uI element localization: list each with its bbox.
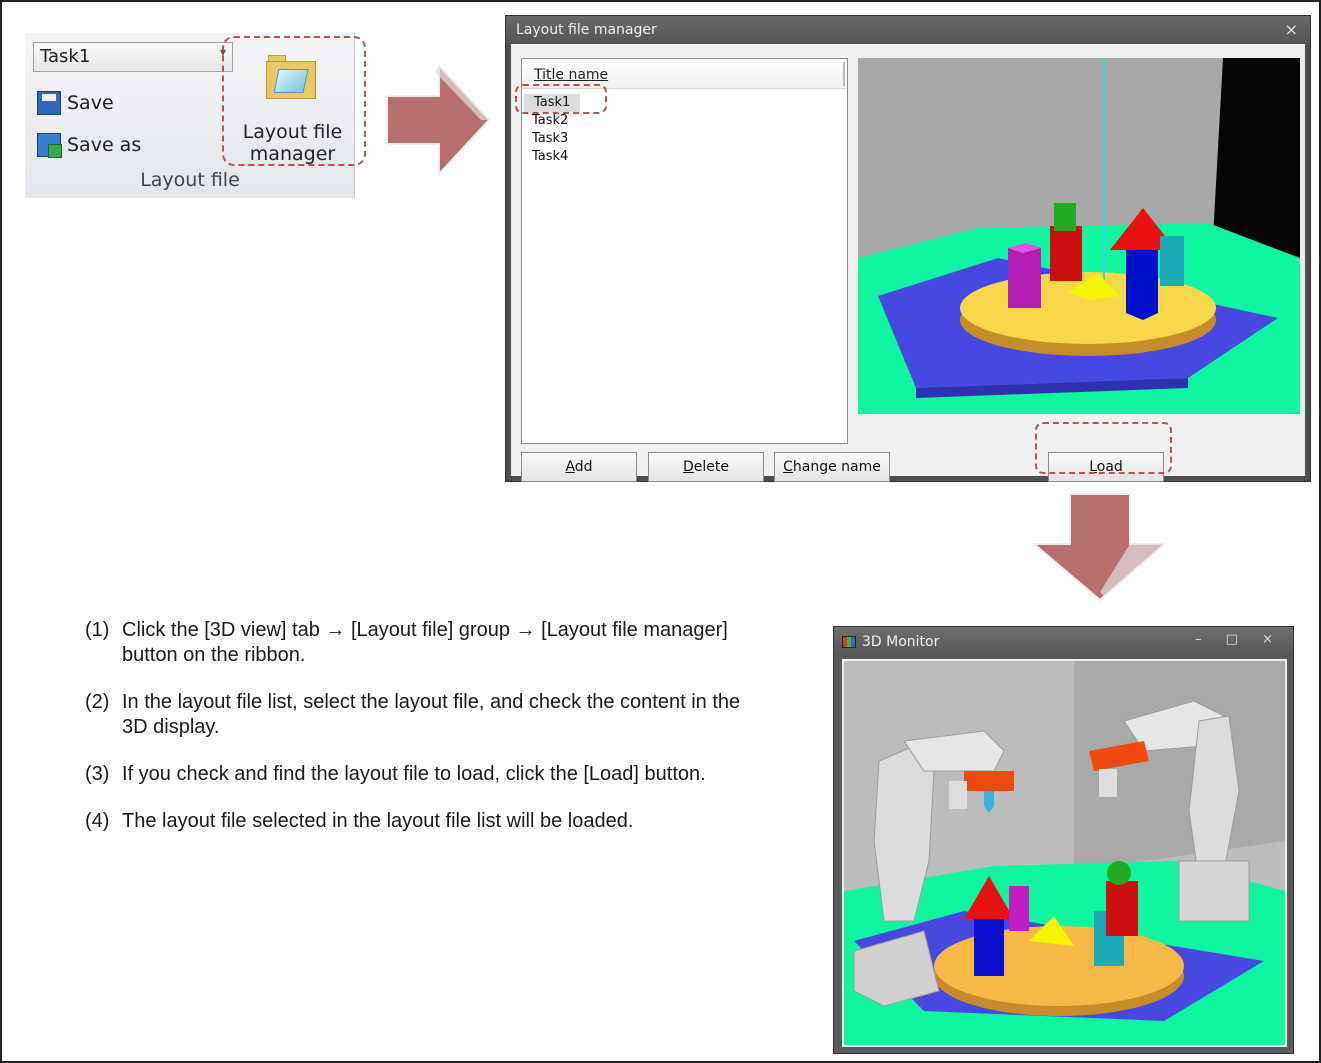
3d-monitor-window: 3D Monitor – □ × bbox=[833, 626, 1294, 1054]
step-number: (2) bbox=[85, 691, 110, 713]
change-key: C bbox=[783, 459, 793, 475]
save-icon bbox=[37, 91, 61, 115]
ribbon-group-label: Layout file bbox=[140, 169, 240, 191]
layout-combo-value: Task1 bbox=[40, 46, 91, 67]
highlight-load-button bbox=[1035, 422, 1172, 474]
close-icon[interactable]: × bbox=[1285, 20, 1298, 39]
save-label: Save bbox=[67, 92, 114, 114]
save-as-label: Save as bbox=[67, 134, 142, 156]
step-number: (4) bbox=[85, 810, 110, 832]
step-text: If you check and find the layout file to… bbox=[122, 763, 706, 785]
step-text: The layout file selected in the layout f… bbox=[122, 810, 634, 832]
add-rest: dd bbox=[574, 459, 593, 475]
save-button[interactable]: Save bbox=[37, 87, 114, 119]
highlight-task1 bbox=[515, 84, 607, 114]
steps-list: (1) Click the [3D view] tab → [Layout fil… bbox=[85, 618, 745, 856]
step-1: (1) Click the [3D view] tab → [Layout fil… bbox=[85, 618, 745, 668]
add-button[interactable]: Add bbox=[521, 452, 637, 482]
right-arrow-icon bbox=[386, 63, 491, 177]
dialog-body: Title name Task1 Task2 Task3 Task4 Add D… bbox=[511, 44, 1305, 482]
save-as-button[interactable]: Save as bbox=[37, 129, 141, 161]
delete-rest: elete bbox=[693, 459, 729, 475]
step-2: (2) In the layout file list, select the l… bbox=[85, 690, 745, 740]
step-3: (3) If you check and find the layout file… bbox=[85, 762, 745, 787]
3d-preview[interactable] bbox=[858, 58, 1300, 414]
dialog-title: Layout file manager bbox=[506, 16, 1310, 44]
layout-combo[interactable]: Task1 ▾ bbox=[33, 42, 233, 72]
step-number: (3) bbox=[85, 763, 110, 785]
layout-file-list[interactable]: Title name Task1 Task2 Task3 Task4 bbox=[521, 58, 848, 444]
delete-button[interactable]: Delete bbox=[648, 452, 764, 482]
change-name-button[interactable]: Change name bbox=[774, 452, 890, 482]
change-rest: hange name bbox=[792, 459, 881, 475]
3d-monitor-view[interactable] bbox=[842, 659, 1287, 1047]
layout-file-manager-dialog: Layout file manager × Title name Task1 T… bbox=[505, 15, 1311, 482]
list-item[interactable]: Task4 bbox=[522, 148, 847, 166]
save-as-icon bbox=[37, 133, 62, 158]
delete-key: D bbox=[683, 459, 694, 475]
list-item[interactable]: Task2 bbox=[522, 112, 847, 130]
down-arrow-icon bbox=[1031, 493, 1167, 602]
monitor-title: 3D Monitor bbox=[862, 634, 940, 650]
step-text: In the layout file list, select the layo… bbox=[122, 691, 741, 738]
list-header-label: Title name bbox=[534, 67, 609, 83]
step-4: (4) The layout file selected in the layou… bbox=[85, 809, 745, 834]
step-text: Click the [3D view] tab → [Layout file] … bbox=[122, 619, 728, 666]
add-key: A bbox=[565, 459, 575, 475]
step-number: (1) bbox=[85, 619, 110, 641]
list-item[interactable]: Task3 bbox=[522, 130, 847, 148]
monitor-app-icon bbox=[842, 636, 856, 648]
highlight-manager-button bbox=[222, 36, 366, 166]
window-controls[interactable]: – □ × bbox=[1195, 632, 1283, 647]
